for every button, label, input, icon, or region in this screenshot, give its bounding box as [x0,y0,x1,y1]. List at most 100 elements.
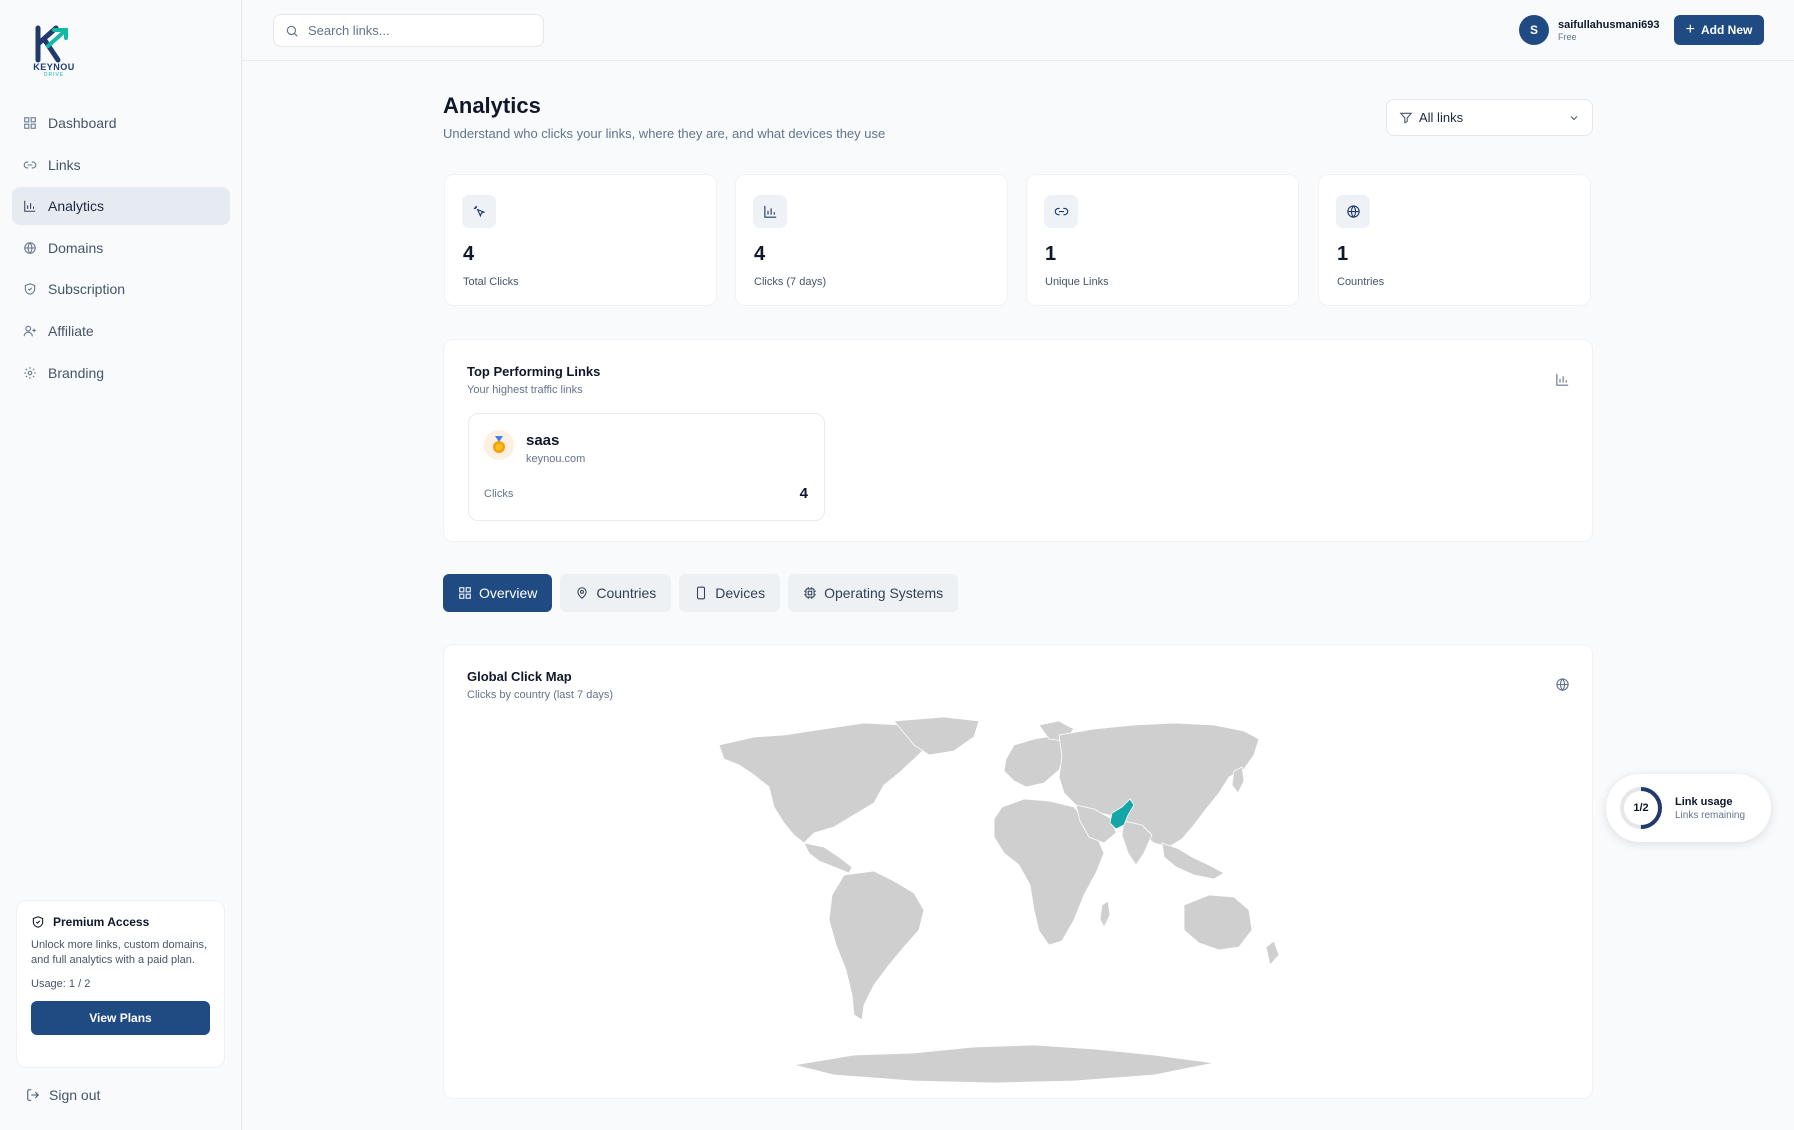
premium-header: Premium Access [31,915,210,929]
plus-icon: + [1685,21,1695,38]
stat-label: Countries [1337,276,1385,288]
sidebar-item-branding[interactable]: Branding [12,354,230,392]
sidebar-item-links[interactable]: Links [12,146,230,184]
tab-label: Operating Systems [824,585,944,601]
region-south-america [828,870,925,1021]
usage-ring-text: 1/2 [1633,802,1649,814]
grid-icon [24,117,36,129]
stat-card-countries: 1 Countries [1318,174,1591,306]
tab-operating-systems[interactable]: Operating Systems [788,574,959,612]
stat-value: 4 [463,243,475,265]
stat-card-total-clicks: 4 Total Clicks [444,174,717,306]
usage-text: Link usage Links remaining [1675,796,1745,821]
view-plans-button[interactable]: View Plans [31,1001,210,1035]
grid-icon [459,587,471,599]
shield-icon [24,283,36,296]
search-box[interactable] [273,14,544,47]
user-menu[interactable]: S saifullahusmani693 Free [1519,15,1660,45]
top-performing-links-card: Top Performing Links Your highest traffi… [443,339,1593,542]
stat-value: 4 [754,243,766,265]
globe-icon [1556,678,1569,691]
user-plus-icon [23,325,36,337]
phone-icon [697,586,706,600]
globe-icon [1336,195,1370,228]
stat-label: Unique Links [1045,276,1109,288]
tab-label: Devices [715,585,766,601]
tab-devices[interactable]: Devices [679,574,781,612]
premium-description: Unlock more links, custom domains, and f… [31,939,208,966]
sidebar-item-domains[interactable]: Domains [12,229,230,267]
region-central-america [803,842,853,874]
link-usage-widget[interactable]: 1/2 Link usage Links remaining [1606,774,1771,842]
usage-subtitle: Links remaining [1675,809,1746,821]
logo-mark-icon [35,25,68,63]
logout-icon [27,1089,39,1101]
chevron-down-icon [1570,115,1578,120]
link-clicks-label: Clicks [484,488,514,500]
region-antarctica [793,1044,1215,1084]
world-map[interactable] [714,715,1344,1090]
sidebar-item-label: Subscription [48,281,126,298]
top-link-item[interactable]: saas keynou.com Clicks 4 [468,413,825,521]
stat-card-unique-links: 1 Unique Links [1026,174,1299,306]
user-plan: Free [1558,31,1577,42]
shield-check-icon [32,916,44,928]
tab-label: Overview [479,585,538,601]
sidebar: KEYNOU DRIVE Dashboard Links Analytics D… [0,0,242,1130]
link-icon [23,161,37,169]
region-japan [1231,766,1245,794]
filter-value: All links [1419,110,1464,125]
user-name: saifullahusmani693 [1558,18,1660,31]
region-australia [1183,894,1253,951]
card-title: Global Click Map [467,669,572,684]
sidebar-item-analytics[interactable]: Analytics [12,187,230,226]
link-clicks-value: 4 [799,485,808,502]
stat-value: 1 [1045,243,1057,265]
analytics-tabs: Overview Countries Devices Operating Sys… [443,574,966,612]
keynou-logo[interactable]: KEYNOU DRIVE [28,24,80,80]
sidebar-item-label: Dashboard [48,115,117,131]
card-subtitle: Your highest traffic links [467,384,583,396]
global-click-map-card: Global Click Map Clicks by country (last… [443,644,1593,1099]
sign-out-button[interactable]: Sign out [26,1087,100,1103]
region-madagascar [1099,900,1111,928]
bar-chart-icon [24,200,36,212]
medal-icon [484,430,514,460]
search-icon [286,25,298,37]
card-subtitle: Clicks by country (last 7 days) [467,689,614,701]
sidebar-item-label: Links [48,156,81,173]
region-new-zealand [1265,940,1280,966]
globe-icon [24,242,36,254]
avatar: S [1519,15,1549,45]
filter-icon [1399,112,1413,124]
link-filter-select[interactable]: All links [1386,99,1593,136]
top-bar: S saifullahusmani693 Free + Add New [242,0,1794,61]
premium-title: Premium Access [53,915,150,929]
link-icon [1044,195,1078,228]
sidebar-item-dashboard[interactable]: Dashboard [12,104,230,142]
logo-subtext: DRIVE [43,72,65,78]
sidebar-item-affiliate[interactable]: Affiliate [12,312,230,350]
bar-chart-icon [753,195,787,228]
cursor-click-icon [462,195,496,228]
stat-value: 1 [1337,243,1349,265]
gear-icon [24,366,36,379]
region-southeast-asia [1161,842,1225,880]
search-input[interactable] [308,23,528,38]
link-name: saas [526,432,560,449]
bar-chart-icon [1556,373,1569,386]
add-new-button[interactable]: + Add New [1674,15,1764,45]
page-subtitle: Understand who clicks your links, where … [443,126,886,141]
tab-countries[interactable]: Countries [560,574,672,612]
stat-card-clicks-7-days: 4 Clicks (7 days) [735,174,1008,306]
tab-label: Countries [596,585,657,601]
usage-title: Link usage [1675,795,1733,808]
map-pin-icon [577,587,587,599]
premium-access-card: Premium Access Unlock more links, custom… [16,900,225,1068]
sidebar-item-label: Affiliate [48,322,94,339]
tab-overview[interactable]: Overview [443,574,553,612]
add-new-label: Add New [1701,23,1753,37]
link-domain: keynou.com [526,453,586,465]
sidebar-item-label: Branding [48,364,105,381]
sidebar-item-subscription[interactable]: Subscription [12,270,230,308]
